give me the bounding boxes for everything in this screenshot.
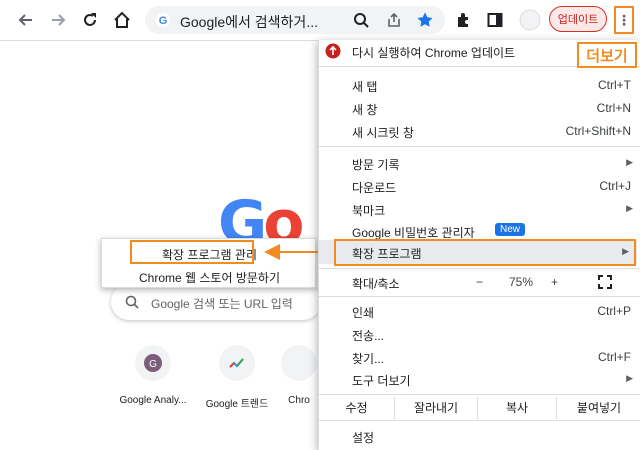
submenu-arrow-icon: ▶ bbox=[626, 157, 633, 167]
bookmarks-item[interactable]: 북마크 ▶ bbox=[319, 198, 640, 220]
history-item[interactable]: 방문 기록 ▶ bbox=[319, 152, 640, 174]
find-item[interactable]: 찾기... Ctrl+F bbox=[319, 346, 640, 368]
settings-item[interactable]: 설정 bbox=[319, 425, 640, 447]
extensions-highlight bbox=[334, 239, 636, 266]
menu-divider bbox=[319, 268, 640, 269]
more-annotation-label: 더보기 bbox=[577, 42, 637, 68]
edit-label: 수정 bbox=[345, 401, 368, 415]
new-window-item[interactable]: 새 창 Ctrl+N bbox=[319, 97, 640, 119]
fullscreen-icon[interactable] bbox=[598, 275, 612, 289]
menu-divider bbox=[319, 146, 640, 147]
new-tab-item[interactable]: 새 탭 Ctrl+T bbox=[319, 74, 640, 96]
submenu-arrow-icon: ▶ bbox=[626, 373, 633, 383]
incognito-window-item[interactable]: 새 시크릿 창 Ctrl+Shift+N bbox=[319, 120, 640, 142]
paste-button[interactable]: 붙여넣기 bbox=[557, 397, 640, 419]
submenu-arrow-icon: ▶ bbox=[626, 203, 633, 213]
print-item[interactable]: 인쇄 Ctrl+P bbox=[319, 300, 640, 322]
more-tools-item[interactable]: 도구 더보기 ▶ bbox=[319, 368, 640, 390]
cut-button[interactable]: 잘라내기 bbox=[395, 397, 477, 419]
new-badge: New bbox=[495, 223, 526, 236]
zoom-out-button[interactable]: − bbox=[476, 275, 483, 289]
zoom-in-button[interactable]: + bbox=[551, 275, 558, 289]
update-alert-icon bbox=[325, 43, 341, 59]
zoom-level: 75% bbox=[509, 275, 534, 289]
copy-button[interactable]: 복사 bbox=[478, 397, 556, 419]
menu-divider bbox=[319, 394, 640, 395]
cast-item[interactable]: 전송... bbox=[319, 323, 640, 345]
menu-divider bbox=[319, 420, 640, 421]
downloads-item[interactable]: 다운로드 Ctrl+J bbox=[319, 175, 640, 197]
menu-divider bbox=[319, 296, 640, 297]
